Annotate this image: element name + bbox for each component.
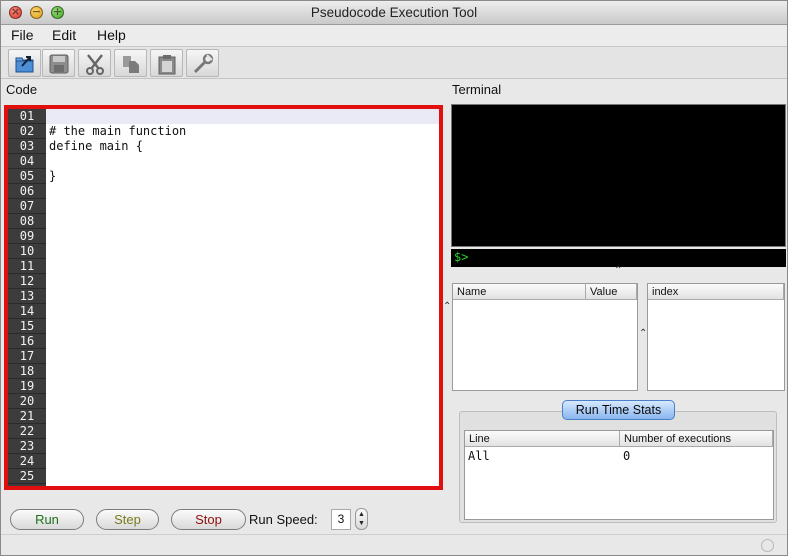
menu-bar: File Edit Help [1,25,787,47]
line-number: 22 [8,424,46,439]
stats-count-cell: 0 [623,449,631,463]
line-number: 05 [8,169,46,184]
line-number: 26 [8,484,46,486]
splitter-collapse-icon[interactable]: ⌃ [443,301,451,312]
save-icon [49,54,69,74]
line-number: 18 [8,364,46,379]
paste-icon [158,55,176,75]
line-number: 23 [8,439,46,454]
line-number-gutter: 01 02 03 04 05 06 07 08 09 10 11 12 13 1… [8,109,46,486]
line-number: 24 [8,454,46,469]
line-number: 10 [8,244,46,259]
menu-edit[interactable]: Edit [52,27,76,43]
paste-button[interactable] [150,49,183,77]
code-label: Code [6,82,38,97]
line-number: 16 [8,334,46,349]
run-time-stats-button[interactable]: Run Time Stats [562,400,675,420]
stop-button[interactable]: Stop [171,509,246,530]
step-button[interactable]: Step [96,509,159,530]
current-line-highlight [46,109,439,124]
terminal-output [451,104,786,247]
code-line[interactable]: } [49,169,56,184]
stats-table[interactable]: Line Number of executions All 0 [464,430,774,520]
copy-icon [123,56,139,73]
line-number: 12 [8,274,46,289]
save-button[interactable] [42,49,75,77]
column-header-executions[interactable]: Number of executions [620,431,773,447]
open-icon [15,56,34,73]
line-number: 03 [8,139,46,154]
terminal-prompt: $> [454,250,469,264]
open-button[interactable] [8,49,41,77]
line-number: 20 [8,394,46,409]
settings-icon [193,53,214,74]
run-speed-stepper[interactable]: ▲ ▼ [355,508,368,530]
run-time-stats-panel: Line Number of executions All 0 [459,411,777,523]
line-number: 21 [8,409,46,424]
code-editor[interactable]: 01 02 03 04 05 06 07 08 09 10 11 12 13 1… [4,105,443,490]
column-header-line[interactable]: Line [465,431,620,447]
column-header-name[interactable]: Name [453,284,586,300]
decrement-arrow-icon[interactable]: ▼ [356,520,367,528]
cut-icon [86,54,104,75]
line-number: 09 [8,229,46,244]
line-number: 14 [8,304,46,319]
line-number: 06 [8,184,46,199]
index-table[interactable]: index [647,283,785,391]
run-speed-label: Run Speed: [249,512,318,527]
column-header-value[interactable]: Value [586,284,637,300]
app-window: × − + Pseudocode Execution Tool File Edi… [0,0,788,556]
line-number: 11 [8,259,46,274]
code-line[interactable]: define main { [49,139,143,154]
stats-line-cell: All [468,449,490,463]
cut-button[interactable] [78,49,111,77]
splitter-collapse-icon[interactable]: ⌃ [614,265,622,276]
code-line[interactable]: # the main function [49,124,186,139]
title-bar[interactable]: × − + Pseudocode Execution Tool [1,1,787,25]
increment-arrow-icon[interactable]: ▲ [356,511,367,519]
status-bar [1,534,787,555]
line-number: 01 [8,109,46,124]
settings-button[interactable] [186,49,219,77]
variables-table[interactable]: Name Value [452,283,638,391]
copy-button[interactable] [114,49,147,77]
line-number: 17 [8,349,46,364]
resize-grip-icon[interactable] [761,539,774,552]
menu-file[interactable]: File [11,27,34,43]
line-number: 25 [8,469,46,484]
line-number: 15 [8,319,46,334]
toolbar [1,47,787,79]
line-number: 04 [8,154,46,169]
window-title: Pseudocode Execution Tool [310,5,478,20]
line-number: 19 [8,379,46,394]
terminal-label: Terminal [452,82,502,97]
column-header-index[interactable]: index [648,284,784,300]
run-speed-input[interactable]: 3 [331,509,351,530]
line-number: 02 [8,124,46,139]
line-number: 13 [8,289,46,304]
menu-help[interactable]: Help [97,27,126,43]
line-number: 07 [8,199,46,214]
line-number: 08 [8,214,46,229]
run-button[interactable]: Run [10,509,84,530]
